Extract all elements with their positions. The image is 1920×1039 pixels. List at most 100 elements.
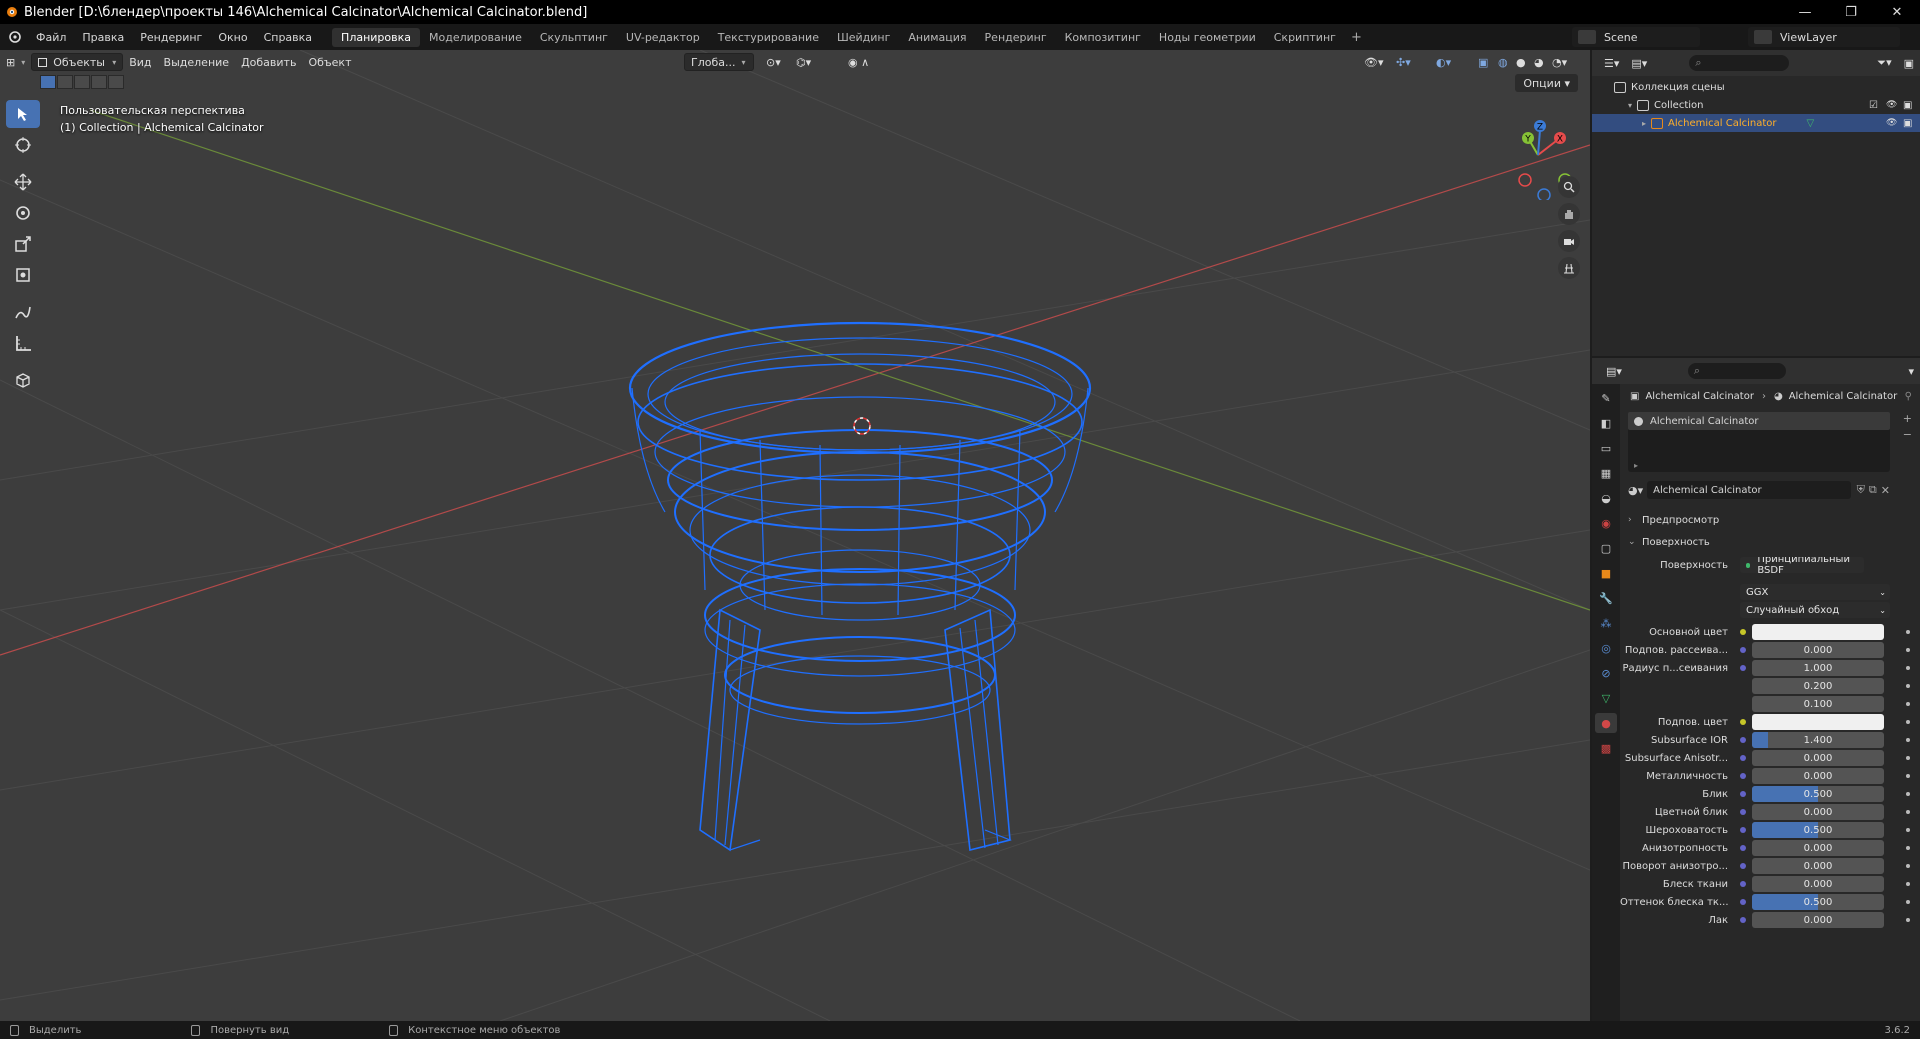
view-layer-tab-icon[interactable]: ▦ <box>1595 463 1617 483</box>
keyframe-dot-icon[interactable] <box>1906 702 1910 706</box>
interaction-mode-dropdown[interactable]: Объекты ▾ <box>31 53 124 71</box>
keyframe-dot-icon[interactable] <box>1906 918 1910 922</box>
data-tab-icon[interactable]: ▽ <box>1595 688 1617 708</box>
menu-select[interactable]: Выделение <box>158 53 236 71</box>
constraints-tab-icon[interactable]: ⊘ <box>1595 663 1617 683</box>
keyframe-dot-icon[interactable] <box>1906 738 1910 742</box>
3d-viewport[interactable]: ⊞ ▾ Объекты ▾ Вид Выделение Добавить Объек… <box>0 50 1590 1021</box>
outliner-row[interactable]: ▸ Alchemical Calcinator ▽ 👁 ▣ <box>1592 114 1920 132</box>
select-intersect-icon[interactable] <box>108 75 124 89</box>
cursor-tool[interactable] <box>6 131 40 159</box>
viewport-canvas[interactable] <box>0 50 1590 1021</box>
keyframe-dot-icon[interactable] <box>1906 774 1910 778</box>
property-field[interactable]: 0.200 <box>1752 678 1884 694</box>
property-field[interactable]: 0.500 <box>1752 822 1884 838</box>
add-cube-tool[interactable] <box>6 366 40 394</box>
transform-orientation-dropdown[interactable]: Глоба... ▾ <box>684 53 754 71</box>
workspace-tab[interactable]: Рендеринг <box>976 28 1056 47</box>
keyframe-dot-icon[interactable] <box>1906 810 1910 814</box>
workspace-tab[interactable]: Текстурирование <box>709 28 828 47</box>
menu-view[interactable]: Вид <box>123 53 157 71</box>
properties-search-input[interactable]: ⌕ <box>1687 363 1786 379</box>
workspace-tab[interactable]: Скульптинг <box>531 28 617 47</box>
object-tab-icon[interactable]: ■ <box>1595 563 1617 583</box>
select-invert-icon[interactable] <box>91 75 107 89</box>
property-field[interactable]: 0.000 <box>1752 642 1884 658</box>
pin-icon[interactable]: ⚲ <box>1905 391 1912 402</box>
keyframe-dot-icon[interactable] <box>1906 900 1910 904</box>
property-field[interactable] <box>1752 714 1884 730</box>
keyframe-dot-icon[interactable] <box>1906 846 1910 850</box>
options-dropdown[interactable]: Опции ▾ <box>1515 74 1578 92</box>
material-name-field[interactable]: Alchemical Calcinator <box>1647 481 1851 499</box>
scene-tab-icon[interactable]: ◒ <box>1595 488 1617 508</box>
alchemical-calcinator-mesh[interactable] <box>628 321 1092 852</box>
world-tab-icon[interactable]: ◉ <box>1595 513 1617 533</box>
material-slot-list[interactable]: Alchemical Calcinator ▸ + − <box>1628 412 1912 472</box>
proportional-edit-icon[interactable]: ◉ ∧ <box>842 53 875 71</box>
property-field[interactable]: 0.000 <box>1752 750 1884 766</box>
rendered-shading-icon[interactable]: ◔▾ <box>1546 53 1573 71</box>
measure-tool[interactable] <box>6 329 40 357</box>
maximize-button[interactable]: ❐ <box>1828 0 1874 24</box>
property-field[interactable]: 0.000 <box>1752 858 1884 874</box>
select-subtract-icon[interactable] <box>74 75 90 89</box>
display-mode-icon[interactable]: ▤▾ <box>1625 54 1653 72</box>
minimize-button[interactable]: — <box>1782 0 1828 24</box>
keyframe-dot-icon[interactable] <box>1906 684 1910 688</box>
new-collection-icon[interactable]: ▣ <box>1898 54 1920 72</box>
particles-tab-icon[interactable]: ⁂ <box>1595 613 1617 633</box>
properties-editor-type-icon[interactable]: ▤▾ <box>1600 362 1628 380</box>
visibility-icon[interactable]: 👁▾ <box>1358 53 1390 71</box>
perspective-toggle-icon[interactable] <box>1558 257 1580 279</box>
workspace-tab[interactable]: Анимация <box>899 28 975 47</box>
keyframe-dot-icon[interactable] <box>1906 882 1910 886</box>
menu-add[interactable]: Добавить <box>235 53 302 71</box>
tool-tab-icon[interactable]: ✎ <box>1595 388 1617 408</box>
zoom-icon[interactable] <box>1558 176 1580 198</box>
blender-menu-icon[interactable] <box>0 30 28 44</box>
material-tab-icon[interactable]: ● <box>1595 713 1617 733</box>
unlink-material-icon[interactable]: ✕ <box>1881 484 1890 497</box>
keyframe-dot-icon[interactable] <box>1906 630 1910 634</box>
add-slot-button[interactable]: + <box>1903 412 1912 425</box>
physics-tab-icon[interactable]: ◎ <box>1595 638 1617 658</box>
menu-window[interactable]: Окно <box>210 31 255 44</box>
pan-hand-icon[interactable] <box>1558 203 1580 225</box>
property-field[interactable]: 1.400 <box>1752 732 1884 748</box>
3d-cursor[interactable] <box>853 417 871 435</box>
property-field[interactable]: 0.500 <box>1752 894 1884 910</box>
camera-view-icon[interactable] <box>1558 230 1580 252</box>
material-slot-item[interactable]: Alchemical Calcinator <box>1628 412 1890 430</box>
exclude-checkbox-icon[interactable]: ☑ <box>1869 100 1880 111</box>
view-layer-selector[interactable]: ViewLayer <box>1748 27 1900 47</box>
property-field[interactable]: 0.000 <box>1752 876 1884 892</box>
close-button[interactable]: ✕ <box>1874 0 1920 24</box>
outliner-editor-type-icon[interactable]: ☰▾ <box>1598 54 1625 72</box>
disclosure-arrow-icon[interactable]: ▸ <box>1642 119 1646 128</box>
menu-file[interactable]: Файл <box>28 31 74 44</box>
select-extend-icon[interactable] <box>57 75 73 89</box>
gizmo-toggle-icon[interactable]: ✣▾ <box>1390 53 1417 71</box>
workspace-tab[interactable]: Шейдинг <box>828 28 899 47</box>
output-tab-icon[interactable]: ▭ <box>1595 438 1617 458</box>
surface-panel-header[interactable]: ⌄ Поверхность <box>1620 532 1920 552</box>
keyframe-dot-icon[interactable] <box>1906 666 1910 670</box>
editor-type-button[interactable]: ⊞ ▾ <box>0 53 31 71</box>
add-workspace-button[interactable]: + <box>1345 30 1368 45</box>
overlays-icon[interactable]: ◐▾ <box>1430 53 1457 71</box>
subsurface-method-dropdown[interactable]: Случайный обход ⌄ <box>1740 602 1890 618</box>
menu-render[interactable]: Рендеринг <box>132 31 210 44</box>
fake-user-icon[interactable]: ⛨ <box>1857 483 1865 497</box>
scene-selector[interactable]: Scene <box>1572 27 1700 47</box>
modifier-tab-icon[interactable]: 🔧 <box>1595 588 1617 608</box>
menu-object[interactable]: Объект <box>302 53 357 71</box>
workspace-tab[interactable]: Планировка <box>332 27 421 47</box>
transform-tool[interactable] <box>6 261 40 289</box>
pivot-point-icon[interactable]: ⊙▾ <box>760 53 787 71</box>
list-expand-icon[interactable]: ▸ <box>1634 461 1638 470</box>
scale-tool[interactable] <box>6 230 40 258</box>
move-tool[interactable] <box>6 168 40 196</box>
property-field[interactable]: 0.500 <box>1752 786 1884 802</box>
keyframe-dot-icon[interactable] <box>1906 720 1910 724</box>
